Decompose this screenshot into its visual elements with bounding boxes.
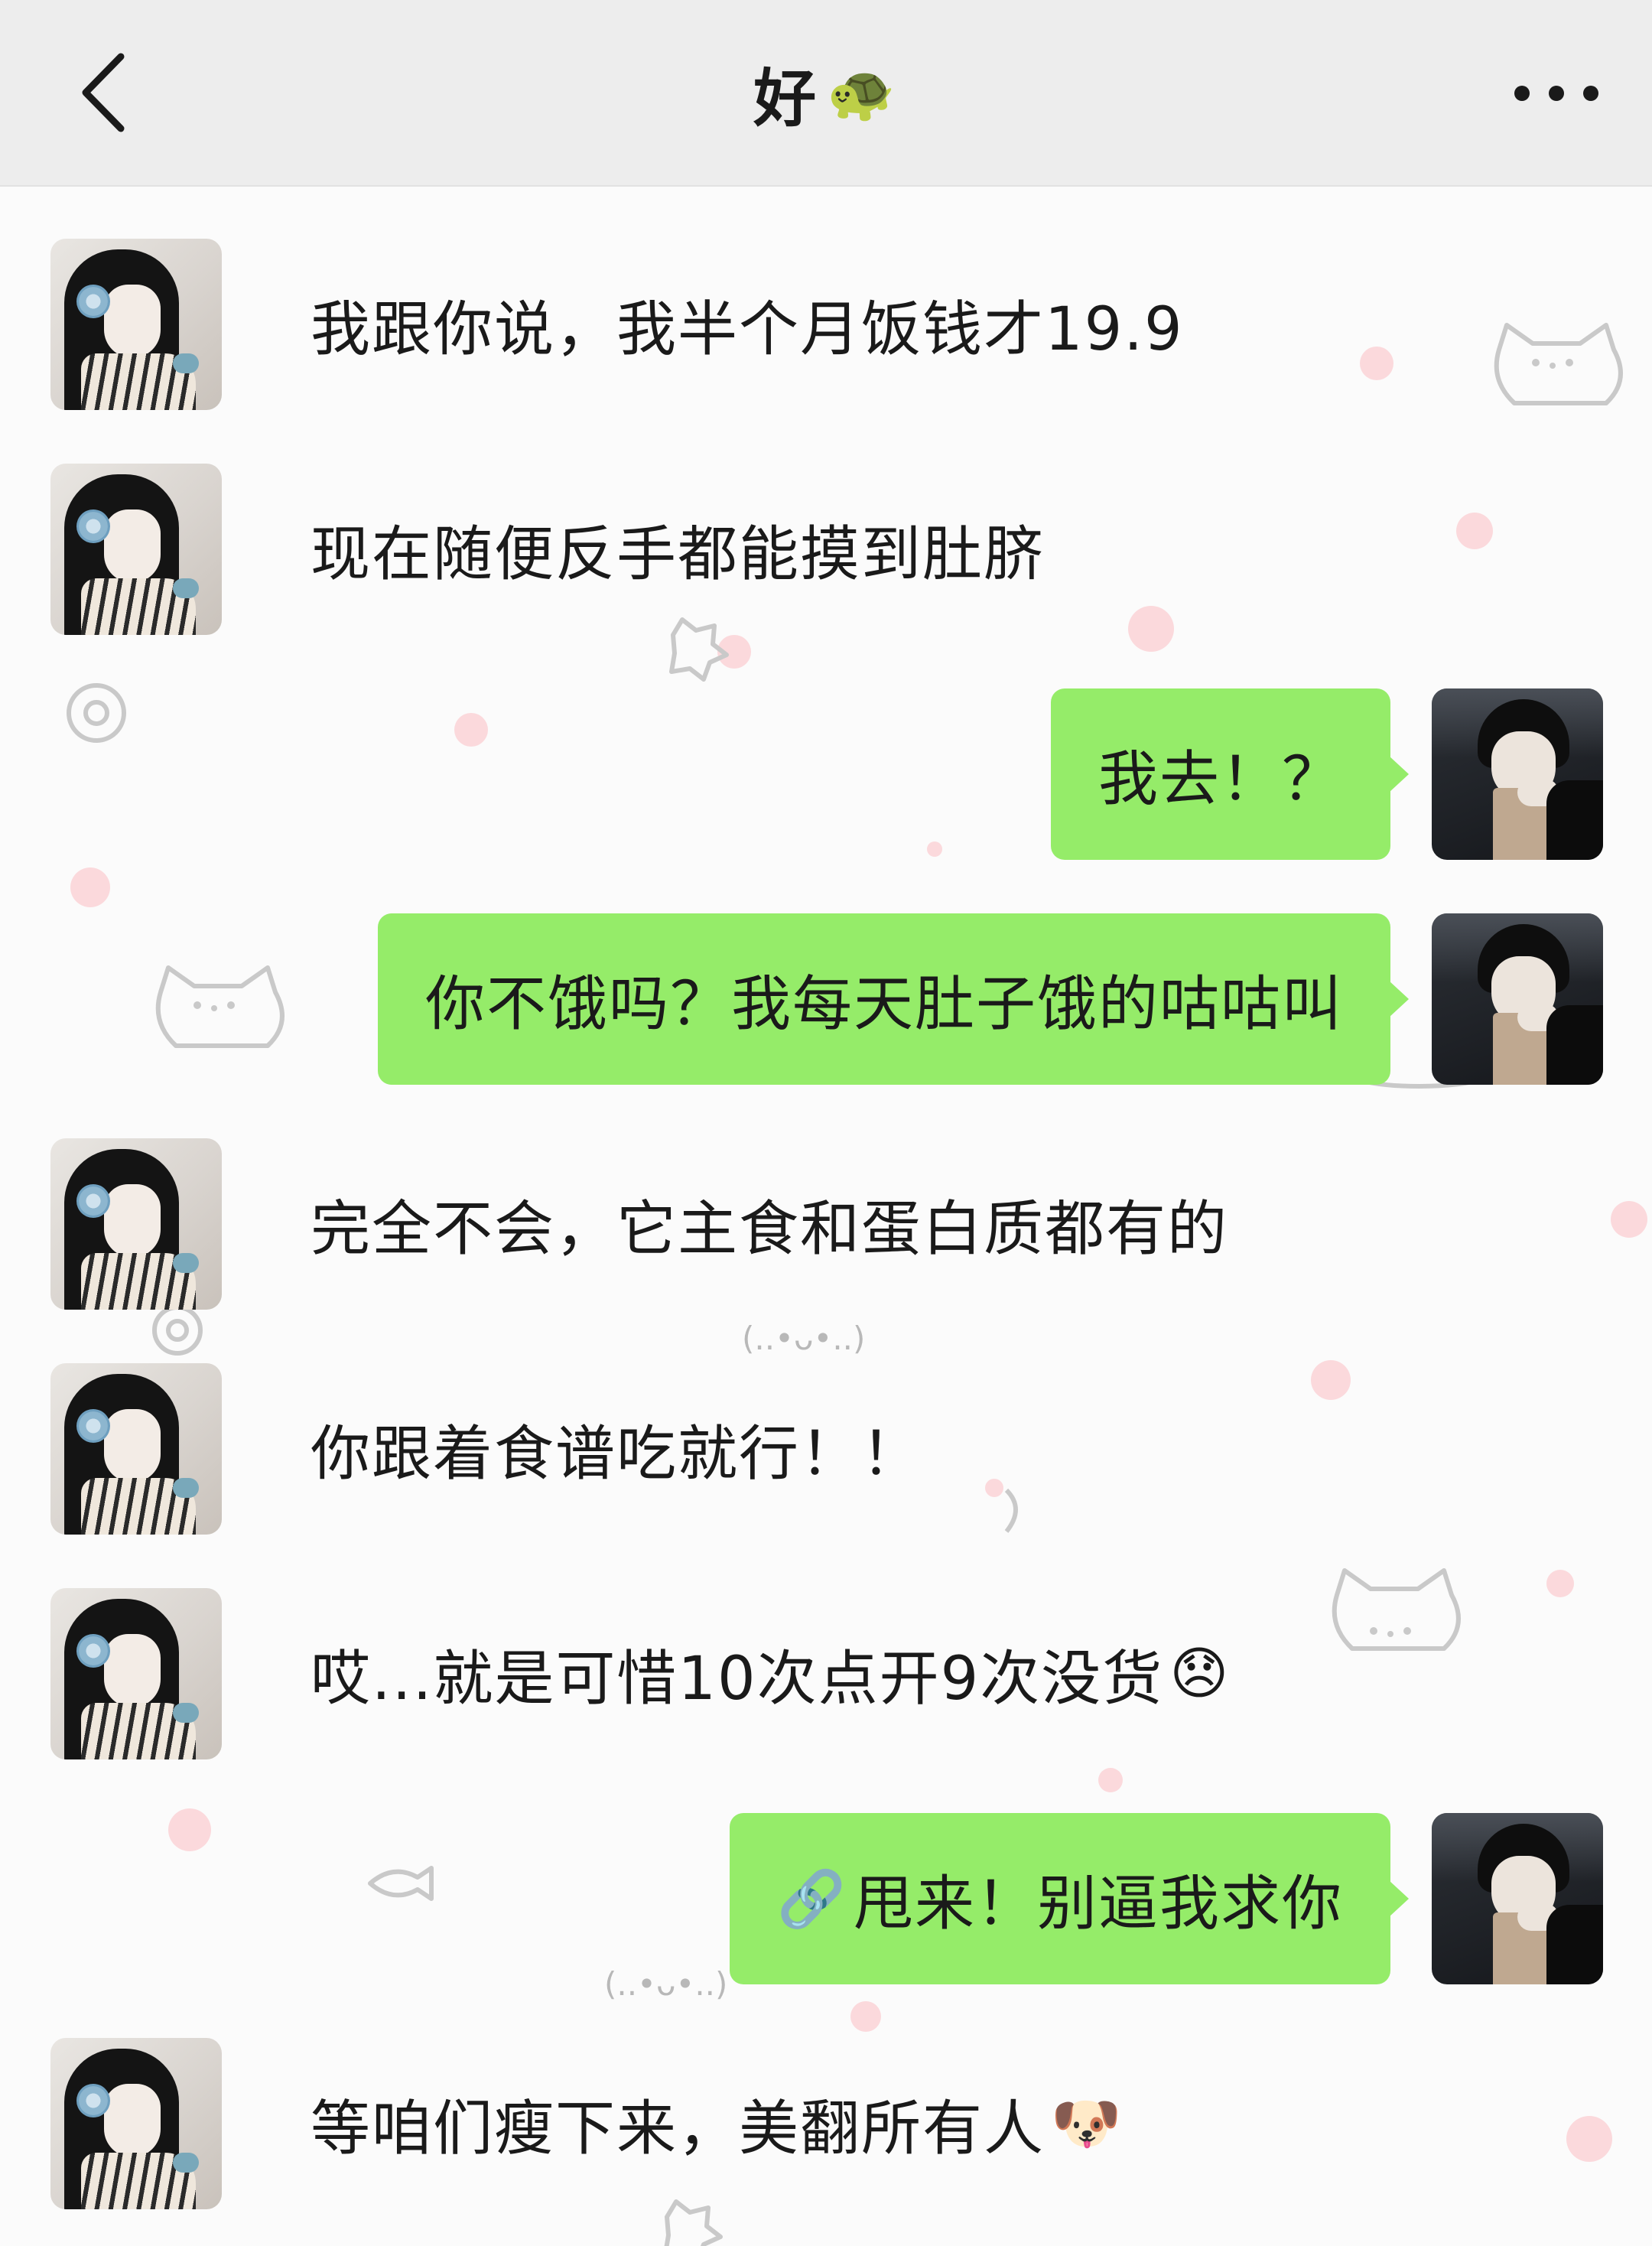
message-row: 我跟你说，我半个月饭钱才19.9 bbox=[0, 239, 1652, 410]
turtle-icon: 🐢 bbox=[827, 60, 899, 125]
avatar[interactable] bbox=[50, 239, 222, 410]
chat-header: 好 🐢 bbox=[0, 0, 1652, 187]
message-bubble[interactable]: 🔗 甩来！别逼我求你 bbox=[730, 1813, 1409, 1984]
avatar[interactable] bbox=[1432, 913, 1603, 1085]
message-text[interactable]: 完全不会，它主食和蛋白质都有的 bbox=[311, 1138, 1228, 1310]
message-row: 🔗 甩来！别逼我求你 bbox=[0, 1813, 1652, 1984]
message-text[interactable]: 等咱们瘦下来，美翻所有人 🐶 bbox=[311, 2038, 1123, 2209]
message-row: 你不饿吗？我每天肚子饿的咕咕叫 bbox=[0, 913, 1652, 1085]
avatar[interactable] bbox=[50, 1363, 222, 1535]
message-text-content: 等咱们瘦下来，美翻所有人 bbox=[311, 2095, 1046, 2163]
doge-icon: 🐶 bbox=[1051, 2090, 1124, 2156]
message-row: 哎...就是可惜10次点开9次没货 😞 bbox=[0, 1588, 1652, 1759]
avatar[interactable] bbox=[50, 2038, 222, 2209]
message-text[interactable]: 哎...就是可惜10次点开9次没货 😞 bbox=[311, 1588, 1230, 1759]
message-row: 完全不会，它主食和蛋白质都有的 bbox=[0, 1138, 1652, 1310]
message-text[interactable]: 现在随便反手都能摸到肚脐 bbox=[311, 464, 1045, 635]
message-bubble[interactable]: 你不饿吗？我每天肚子饿的咕咕叫 bbox=[377, 913, 1410, 1085]
avatar[interactable] bbox=[50, 1588, 222, 1759]
message-text-content: 甩来！别逼我求你 bbox=[853, 1870, 1343, 1938]
message-text-content: 哎...就是可惜10次点开9次没货 bbox=[311, 1645, 1164, 1714]
message-text[interactable]: 你跟着食谱吃就行！！ bbox=[311, 1363, 922, 1535]
avatar[interactable] bbox=[50, 1138, 222, 1310]
message-row: 等咱们瘦下来，美翻所有人 🐶 bbox=[0, 2038, 1652, 2209]
chat-title-text: 好 bbox=[753, 62, 820, 135]
message-row: 现在随便反手都能摸到肚脐 bbox=[0, 464, 1652, 635]
avatar[interactable] bbox=[1432, 688, 1603, 860]
message-row: 你跟着食谱吃就行！！ bbox=[0, 1363, 1652, 1535]
message-text[interactable]: 我跟你说，我半个月饭钱才19.9 bbox=[311, 239, 1184, 410]
message-bubble[interactable]: 我去！？ bbox=[1050, 688, 1410, 860]
avatar[interactable] bbox=[1432, 1813, 1603, 1984]
avatar[interactable] bbox=[50, 464, 222, 635]
more-dots-icon[interactable] bbox=[1514, 70, 1598, 116]
kaomoji-1: (..•ᴗ•..) bbox=[742, 1320, 865, 1357]
message-row: 我去！？ bbox=[0, 688, 1652, 860]
chat-title: 好 🐢 bbox=[0, 0, 1652, 185]
link-icon: 🔗 bbox=[777, 1866, 847, 1931]
disappointed-face-icon: 😞 bbox=[1169, 1641, 1231, 1707]
